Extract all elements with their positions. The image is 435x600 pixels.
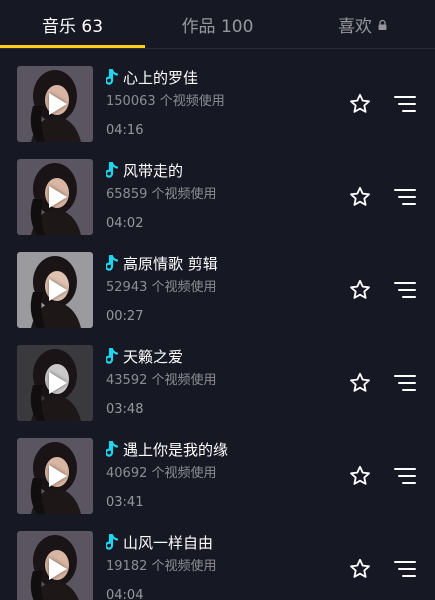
song-duration: 03:48 — [106, 402, 144, 417]
song-row[interactable]: 高原情歌 剪辑 52943 个视频使用 00:27 — [0, 235, 435, 328]
tab-likes[interactable]: 喜欢 — [290, 0, 435, 48]
album-cover[interactable] — [17, 66, 93, 142]
music-note-icon — [106, 440, 119, 457]
menu-lines-icon[interactable] — [394, 280, 416, 300]
song-list: 心上的罗佳 150063 个视频使用 04:16 风带走的 65859 个视频使… — [0, 49, 435, 600]
song-duration: 04:02 — [106, 216, 144, 231]
song-title: 山风一样自由 — [123, 533, 214, 552]
song-title: 风带走的 — [123, 161, 184, 180]
song-title: 遇上你是我的缘 — [123, 440, 229, 459]
song-duration: 03:41 — [106, 495, 144, 510]
song-row[interactable]: 风带走的 65859 个视频使用 04:02 — [0, 142, 435, 235]
song-usage-count: 52943 个视频使用 — [106, 280, 217, 295]
play-icon[interactable] — [49, 186, 67, 208]
menu-lines-icon[interactable] — [394, 466, 416, 486]
play-icon[interactable] — [49, 372, 67, 394]
music-note-icon — [106, 533, 119, 550]
album-cover[interactable] — [17, 345, 93, 421]
tab-music[interactable]: 音乐 63 — [0, 0, 145, 48]
song-usage-count: 43592 个视频使用 — [106, 373, 217, 388]
star-outline-icon[interactable] — [348, 371, 372, 395]
star-outline-icon[interactable] — [348, 557, 372, 581]
song-duration: 00:27 — [106, 309, 144, 324]
song-info: 遇上你是我的缘 40692 个视频使用 — [106, 437, 325, 481]
music-note-icon — [106, 68, 119, 85]
song-info: 山风一样自由 19182 个视频使用 — [106, 530, 325, 574]
song-row[interactable]: 心上的罗佳 150063 个视频使用 04:16 — [0, 49, 435, 142]
play-icon[interactable] — [49, 558, 67, 580]
song-title: 高原情歌 剪辑 — [123, 254, 218, 273]
song-usage-count: 150063 个视频使用 — [106, 94, 225, 109]
song-row[interactable]: 遇上你是我的缘 40692 个视频使用 03:41 — [0, 421, 435, 514]
menu-lines-icon[interactable] — [394, 94, 416, 114]
star-outline-icon[interactable] — [348, 278, 372, 302]
song-title: 天籁之爱 — [123, 347, 184, 366]
song-row[interactable]: 山风一样自由 19182 个视频使用 04:04 — [0, 514, 435, 600]
star-outline-icon[interactable] — [348, 92, 372, 116]
star-outline-icon[interactable] — [348, 185, 372, 209]
menu-lines-icon[interactable] — [394, 373, 416, 393]
play-icon[interactable] — [49, 93, 67, 115]
star-outline-icon[interactable] — [348, 464, 372, 488]
music-note-icon — [106, 161, 119, 178]
tab-likes-label: 喜欢 — [338, 16, 372, 37]
song-row[interactable]: 天籁之爱 43592 个视频使用 03:48 — [0, 328, 435, 421]
song-duration: 04:04 — [106, 588, 144, 600]
song-duration: 04:16 — [106, 123, 144, 138]
song-title: 心上的罗佳 — [123, 68, 199, 87]
song-info: 天籁之爱 43592 个视频使用 — [106, 344, 325, 388]
menu-lines-icon[interactable] — [394, 187, 416, 207]
song-info: 风带走的 65859 个视频使用 — [106, 158, 325, 202]
play-icon[interactable] — [49, 279, 67, 301]
music-note-icon — [106, 347, 119, 364]
song-usage-count: 19182 个视频使用 — [106, 559, 217, 574]
album-cover[interactable] — [17, 438, 93, 514]
album-cover[interactable] — [17, 531, 93, 600]
song-info: 心上的罗佳 150063 个视频使用 — [106, 65, 325, 109]
tab-bar: 音乐 63 作品 100 喜欢 — [0, 0, 435, 48]
play-icon[interactable] — [49, 465, 67, 487]
menu-lines-icon[interactable] — [394, 559, 416, 579]
album-cover[interactable] — [17, 159, 93, 235]
tab-music-label: 音乐 63 — [41, 16, 104, 37]
song-info: 高原情歌 剪辑 52943 个视频使用 — [106, 251, 325, 295]
song-usage-count: 40692 个视频使用 — [106, 466, 217, 481]
tab-works-label: 作品 100 — [181, 16, 254, 37]
music-note-icon — [106, 254, 119, 271]
tab-works[interactable]: 作品 100 — [145, 0, 290, 48]
album-cover[interactable] — [17, 252, 93, 328]
lock-icon — [378, 20, 387, 30]
song-usage-count: 65859 个视频使用 — [106, 187, 217, 202]
